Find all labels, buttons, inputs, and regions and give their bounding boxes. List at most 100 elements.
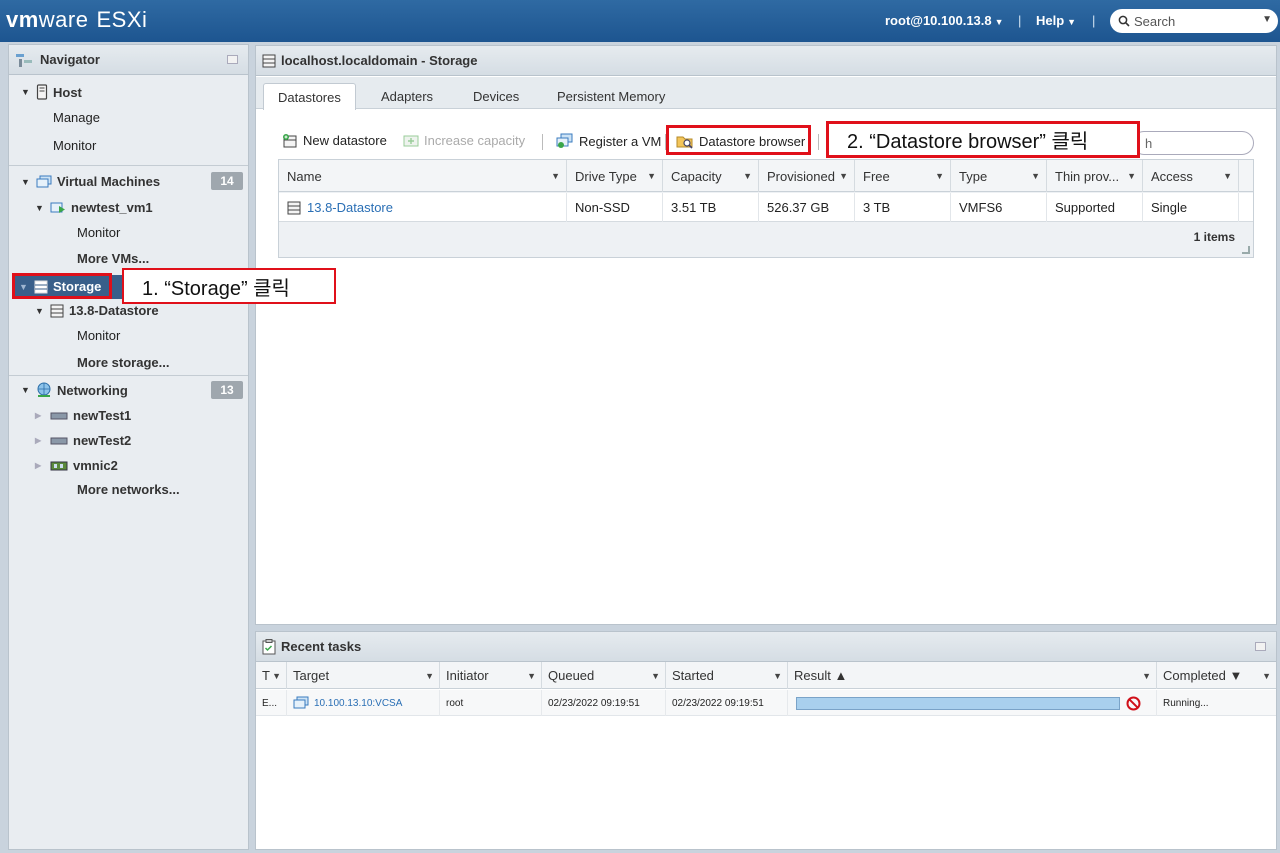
user-menu[interactable]: root@10.100.13.8 ▼ [885,13,1004,28]
port-group-icon [50,412,68,419]
sidebar-item-manage[interactable]: Manage [53,110,100,125]
chevron-down-icon[interactable]: ▼ [773,671,782,681]
new-datastore-button[interactable]: New datastore [282,133,387,148]
step1-callout: 1. “Storage” 클릭 [122,268,336,304]
sidebar-item-more-vms[interactable]: More VMs... [77,251,149,266]
divider [542,134,543,150]
task-target-cell[interactable]: 10.100.13.10:VCSA [287,690,440,716]
collapsed-arrow-icon[interactable]: ▶ [35,436,45,445]
chevron-down-icon[interactable]: ▼ [651,671,660,681]
column-header-completed[interactable]: Completed ▼ ▼ [1157,662,1276,689]
collapse-button[interactable] [1255,642,1266,651]
column-header-started[interactable]: Started ▼ [666,662,788,689]
datastore-browser-highlight-box [666,125,811,155]
drive-type-cell: Non-SSD [567,193,663,222]
sidebar-item-datastore[interactable]: ▼ 13.8-Datastore [35,303,159,318]
chevron-down-icon[interactable]: ▼ [1127,171,1136,181]
filter-input[interactable]: h [1132,131,1254,155]
datastore-name-cell[interactable]: 13.8-Datastore [279,193,567,222]
column-header-capacity[interactable]: Capacity ▼ [663,160,759,192]
chevron-down-icon[interactable]: ▼ [1223,171,1232,181]
sidebar-item-network[interactable]: ▶ vmnic2 [35,458,118,473]
task-target-link[interactable]: 10.100.13.10:VCSA [314,698,402,709]
sidebar-item-more-storage[interactable]: More storage... [77,355,169,370]
chevron-down-icon[interactable]: ▼ [1031,171,1040,181]
collapse-button[interactable] [227,55,238,64]
task-completed-cell: Running... [1163,697,1209,709]
vm-powered-on-icon [50,202,65,213]
chevron-down-icon[interactable]: ▼ [839,171,848,181]
datastore-link[interactable]: 13.8-Datastore [307,200,393,215]
sidebar-item-more-networks[interactable]: More networks... [77,482,180,497]
chevron-down-icon[interactable]: ▼ [272,671,281,681]
sidebar-item-networking[interactable]: ▼ Networking [21,382,128,398]
sidebar-item-vm-monitor[interactable]: Monitor [77,225,120,240]
sidebar-item-host[interactable]: ▼ Host [21,84,82,100]
column-header-free[interactable]: Free ▼ [855,160,951,192]
expand-arrow-icon[interactable]: ▼ [21,177,31,187]
divider: | [1018,13,1022,28]
column-header-queued[interactable]: Queued ▼ [542,662,666,689]
chevron-down-icon[interactable]: ▼ [647,171,656,181]
tab-datastores[interactable]: Datastores [263,83,356,110]
column-header-name[interactable]: Name ▼ [279,160,567,192]
increase-capacity-button[interactable]: Increase capacity [403,133,525,148]
expand-arrow-icon[interactable]: ▼ [35,203,45,213]
progress-fill [797,698,1119,709]
chevron-down-icon[interactable]: ▼ [527,671,536,681]
free-cell: 3 TB [855,193,951,222]
sidebar-item-virtual-machines[interactable]: ▼ Virtual Machines [21,174,160,189]
chevron-down-icon[interactable]: ▼ [1142,671,1151,681]
column-header-task[interactable]: T ▼ [256,662,287,689]
column-header-access[interactable]: Access ▼ [1143,160,1239,192]
help-menu[interactable]: Help ▼ [1036,13,1076,28]
column-header-drive-type[interactable]: Drive Type ▼ [567,160,663,192]
sidebar-item-network[interactable]: ▶ newTest1 [35,408,131,423]
chevron-down-icon[interactable]: ▼ [551,171,560,181]
tab-adapters[interactable]: Adapters [367,83,447,109]
recent-tasks-header: Recent tasks [256,632,1276,662]
sidebar-item-host-monitor[interactable]: Monitor [53,138,96,153]
tab-bar: Datastores Adapters Devices Persistent M… [256,77,1276,110]
provisioned-cell: 526.37 GB [759,193,855,222]
task-type-cell: E... [256,690,287,716]
register-vm-button[interactable]: Register a VM [556,133,661,149]
collapsed-arrow-icon[interactable]: ▶ [35,461,45,470]
datastore-icon [287,201,301,214]
chevron-down-icon[interactable]: ▼ [1262,14,1272,25]
expand-arrow-icon[interactable]: ▼ [21,385,31,395]
chevron-down-icon[interactable]: ▼ [425,671,434,681]
sidebar-item-network[interactable]: ▶ newTest2 [35,433,131,448]
register-vm-icon [556,133,573,148]
column-header-provisioned[interactable]: Provisioned ▼ [759,160,855,192]
chevron-down-icon[interactable]: ▼ [743,171,752,181]
column-header-initiator[interactable]: Initiator ▼ [440,662,542,689]
tab-persistent-memory[interactable]: Persistent Memory [543,83,679,109]
table-row[interactable]: E... 10.100.13.10:VCSA root 02/23/2022 0… [256,690,1276,716]
resize-grip-icon[interactable] [1242,246,1250,254]
column-header-thin-provisioning[interactable]: Thin prov... ▼ [1047,160,1143,192]
sidebar-item-vm[interactable]: ▼ newtest_vm1 [35,200,153,215]
port-group-icon [50,437,68,444]
search-input[interactable]: Search ▼ [1110,9,1278,33]
expand-arrow-icon[interactable]: ▼ [21,87,31,97]
vm-icon [293,696,309,709]
page-title: localhost.localdomain - Storage [281,53,478,68]
vm-count-badge: 14 [211,172,243,190]
collapsed-arrow-icon[interactable]: ▶ [35,411,45,420]
expand-arrow-icon[interactable]: ▼ [35,306,45,316]
chevron-down-icon[interactable]: ▼ [935,171,944,181]
column-header-type[interactable]: Type ▼ [951,160,1047,192]
chevron-down-icon[interactable]: ▼ [1262,671,1271,681]
tab-devices[interactable]: Devices [459,83,533,109]
sidebar-item-datastore-monitor[interactable]: Monitor [77,328,120,343]
task-started-cell: 02/23/2022 09:19:51 [666,690,788,716]
item-count: 1 items [1193,230,1235,244]
cancel-task-icon[interactable] [1126,696,1141,711]
step2-callout: 2. “Datastore browser” 클릭 [826,121,1140,158]
storage-icon [262,54,276,67]
table-row[interactable]: 13.8-Datastore Non-SSD 3.51 TB 526.37 GB… [279,193,1253,222]
capacity-cell: 3.51 TB [663,193,759,222]
column-header-target[interactable]: Target ▼ [287,662,440,689]
column-header-result[interactable]: Result ▲ ▼ [788,662,1157,689]
